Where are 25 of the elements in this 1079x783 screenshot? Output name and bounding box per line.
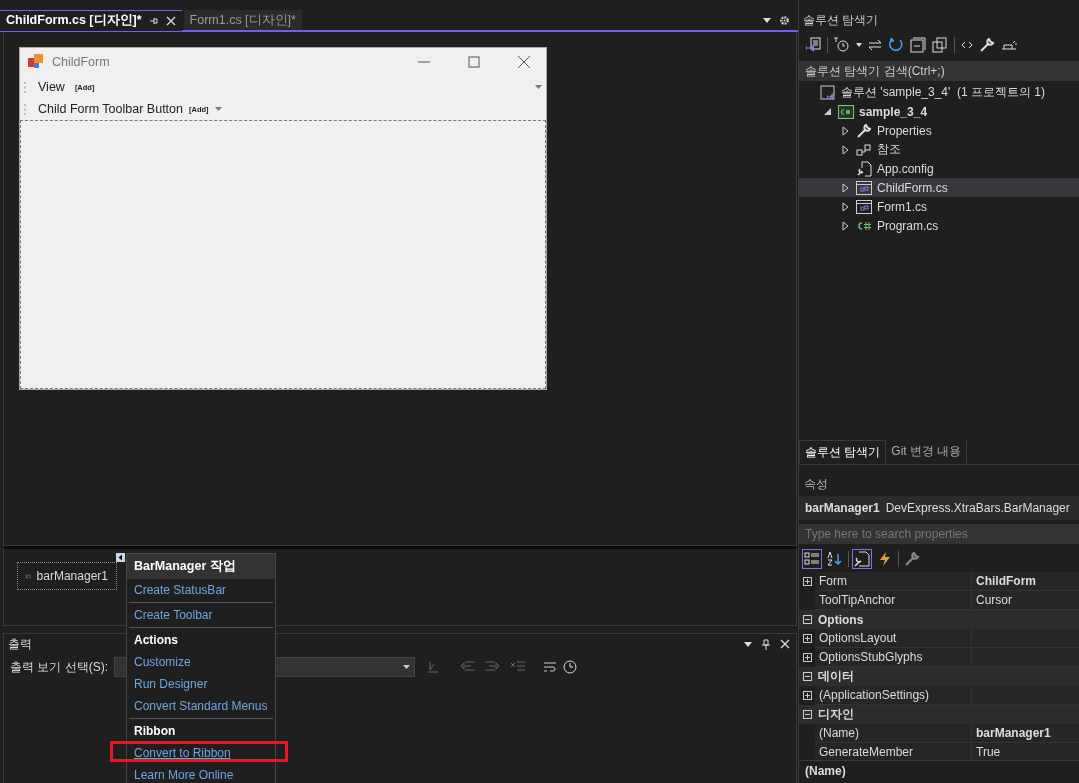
menu-section-header: Ribbon <box>133 723 177 740</box>
tab-label: ChildForm.cs [디자인]* <box>6 12 142 29</box>
tree-item-label: App.config <box>877 161 934 176</box>
tree-item-label: Form1.cs <box>877 199 927 214</box>
property-description: (Name) <box>799 760 1079 783</box>
tab-label: Form1.cs [디자인]* <box>189 11 296 29</box>
tree-item-label: 솔루션 'sample_3_4' (1 프로젝트의 1) <box>841 84 1045 101</box>
panel-title: 솔루션 탐색기 <box>802 12 880 29</box>
tree-item-label: 참조 <box>877 141 901 158</box>
tree-item-label: Properties <box>877 123 932 138</box>
category-label: Options <box>818 612 864 627</box>
tree-item-label: sample_3_4 <box>859 104 928 119</box>
category-label: 데이터 <box>818 668 854 685</box>
menu-section-header: Actions <box>133 632 179 649</box>
category-label: 디자인 <box>818 706 854 723</box>
tree-item-label: Program.cs <box>877 218 939 233</box>
component-label: barManager1 <box>36 569 108 583</box>
object-name: barManager1 <box>805 501 880 515</box>
menu-title: BarManager 작업 <box>127 554 275 579</box>
window-title: ChildForm <box>52 55 110 69</box>
panel-title: 출력 <box>8 635 32 653</box>
object-type: DevExpress.XtraBars.BarManager <box>885 501 1070 515</box>
field-label: 출력 보기 선택(S): <box>10 658 108 676</box>
panel-title: 속성 <box>803 476 829 493</box>
tree-item-label: ChildForm.cs <box>877 180 948 195</box>
